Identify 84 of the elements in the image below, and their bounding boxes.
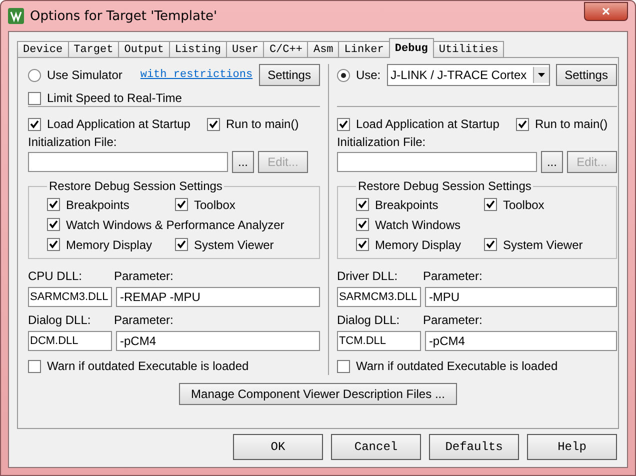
run-to-main-label: Run to main() [534,117,608,131]
tab[interactable]: Output [118,41,170,58]
checkbox[interactable] [356,238,369,251]
checkbox[interactable] [484,238,497,251]
manage-button[interactable]: Manage Component Viewer Description Files ... [179,383,457,405]
parameter-label: Parameter: [422,269,482,283]
dll-label: Dialog DLL: [336,313,401,327]
parameter-field[interactable]: -pCM4 [116,331,320,351]
checkbox[interactable] [356,218,369,231]
radio-button[interactable] [28,68,41,82]
dialog-button[interactable]: Defaults [429,434,519,460]
checkbox[interactable] [28,360,41,372]
checkbox[interactable] [516,118,529,130]
checkbox[interactable] [47,218,60,231]
dll-label: Dialog DLL: [28,313,92,327]
parameter-field[interactable]: -REMAP -MPU [116,287,320,307]
tab[interactable]: Asm [307,41,340,58]
option-label: Toolbox [502,198,544,212]
app-icon [8,8,24,24]
option-label: System Viewer [194,238,274,252]
option-label: Memory Display [66,238,154,252]
restore-group-title: Restore Debug Session Settings [356,179,532,193]
init-file-label: Initialization File: [336,135,426,149]
load-application-label: Load Application at Startup [356,117,500,131]
warn-label: Warn if outdated Executable is loaded [47,359,249,373]
checkbox[interactable] [47,198,60,211]
window-title: Options for Target 'Template' [30,8,218,24]
simulator-label: Use Simulator [47,68,122,82]
dll-field[interactable]: SARMCM3.DLL [336,287,421,307]
tab[interactable]: Listing [168,41,228,58]
option-label: Breakpoints [374,198,440,212]
checkbox[interactable] [484,198,497,211]
init-file-field[interactable] [28,152,228,172]
limit-speed-label: Limit Speed to Real-Time [47,91,182,105]
checkbox[interactable] [336,118,350,130]
dll-field[interactable]: TCM.DLL [336,331,421,351]
option-label: Toolbox [194,198,236,212]
checkbox[interactable] [175,198,188,211]
debugger-dropdown[interactable]: J-LINK / J-TRACE Cortex [386,64,550,86]
use-label: Use: [356,68,381,82]
radio-button[interactable] [336,68,350,82]
dll-label: CPU DLL: [28,269,84,283]
restore-group-title: Restore Debug Session Settings [48,179,224,193]
tab[interactable]: Utilities [432,41,504,58]
checkbox[interactable] [175,238,188,251]
settings-button[interactable]: Settings [556,64,617,86]
checkbox[interactable] [356,198,369,211]
option-label: Breakpoints [66,198,130,212]
browse-button[interactable]: ... [232,151,254,173]
dll-field[interactable]: DCM.DLL [28,331,112,351]
dll-field[interactable]: SARMCM3.DLL [28,287,112,307]
tab[interactable]: Debug [388,38,434,58]
warn-label: Warn if outdated Executable is loaded [356,359,558,373]
init-file-label: Initialization File: [28,135,117,149]
tab[interactable]: Device [17,41,69,58]
parameter-label: Parameter: [422,313,482,327]
run-to-main-label: Run to main() [226,117,299,131]
dialog-button[interactable]: Cancel [331,434,421,460]
checkbox[interactable] [28,92,41,104]
tab[interactable]: User [226,41,264,58]
checkbox[interactable] [336,360,350,372]
restrictions-link[interactable]: with restrictions [140,69,253,81]
load-application-label: Load Application at Startup [47,117,192,131]
option-label: Watch Windows [374,218,461,232]
init-file-field[interactable] [336,152,537,172]
checkbox[interactable] [28,118,41,130]
browse-button[interactable]: ... [540,151,563,173]
caret-icon [532,67,549,83]
dialog-button[interactable]: Help [527,434,617,460]
parameter-label: Parameter: [114,313,174,327]
option-label: Watch Windows & Performance Analyzer [66,218,284,232]
parameter-label: Parameter: [114,269,174,283]
checkbox[interactable] [47,238,60,251]
option-label: System Viewer [502,238,583,252]
parameter-field[interactable]: -MPU [424,287,617,307]
settings-button[interactable]: Settings [258,64,320,86]
tab[interactable]: Linker [338,41,390,58]
tab[interactable]: C/C++ [263,41,308,58]
parameter-field[interactable]: -pCM4 [424,331,617,351]
dll-label: Driver DLL: [336,269,399,283]
dialog-button[interactable]: OK [233,434,323,460]
option-label: Memory Display [374,238,462,252]
checkbox[interactable] [207,118,220,130]
tab[interactable]: Target [68,41,120,58]
